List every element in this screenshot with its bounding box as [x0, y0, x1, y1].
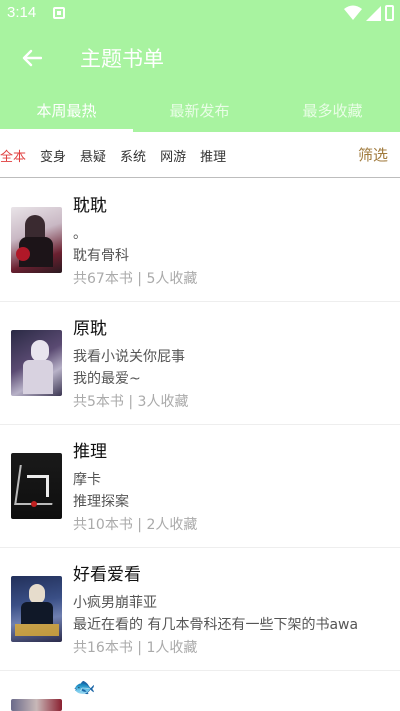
booklist-list: 耽耽 。 耽有骨科 共67本书 | 5人收藏 原耽 我看小说关你屁事 我的最爱~…	[0, 179, 400, 711]
book-count: 共16本书	[73, 640, 133, 656]
booklist-description: 耽有骨科	[73, 248, 129, 264]
chip-system[interactable]: 系统	[120, 146, 146, 165]
favorite-count: 1人收藏	[146, 640, 198, 656]
status-icons	[344, 5, 394, 21]
booklist-author: 小疯男崩菲亚	[73, 595, 157, 611]
chip-suspense[interactable]: 悬疑	[80, 146, 106, 165]
chip-mystery[interactable]: 推理	[200, 146, 226, 165]
filter-button[interactable]: 筛选	[358, 144, 388, 165]
back-button[interactable]	[14, 40, 50, 76]
booklist-author: 我看小说关你屁事	[73, 349, 185, 365]
booklist-author: 。	[73, 226, 87, 242]
list-item[interactable]: 好看爱看 小疯男崩菲亚 最近在看的 有几本骨科还有一些下架的书awa 共16本书…	[0, 548, 400, 671]
booklist-title: 🐟	[73, 677, 96, 698]
status-bar: 3:14	[0, 0, 400, 28]
tab-bar: 本周最热 最新发布 最多收藏	[0, 88, 400, 132]
book-cover	[11, 330, 62, 396]
notification-icon	[53, 7, 65, 19]
list-item[interactable]: 推理 摩卡 推理探案 共10本书 | 2人收藏	[0, 425, 400, 548]
booklist-description: 推理探案	[73, 494, 129, 510]
arrow-left-icon	[22, 49, 42, 67]
book-cover	[11, 207, 62, 273]
booklist-title: 好看爱看	[73, 565, 141, 585]
stats-divider: |	[128, 394, 138, 410]
booklist-title: 原耽	[73, 319, 107, 339]
chip-online-game[interactable]: 网游	[160, 146, 186, 165]
book-count: 共10本书	[73, 517, 133, 533]
booklist-stats: 共10本书 | 2人收藏	[73, 514, 197, 534]
chip-transform[interactable]: 变身	[40, 146, 66, 165]
wifi-icon	[344, 5, 362, 20]
status-time: 3:14	[7, 4, 37, 21]
booklist-title: 耽耽	[73, 196, 107, 216]
book-cover	[11, 453, 62, 519]
favorite-count: 3人收藏	[137, 394, 189, 410]
page-title: 主题书单	[80, 47, 164, 71]
list-item[interactable]: 原耽 我看小说关你屁事 我的最爱~ 共5本书 | 3人收藏	[0, 302, 400, 425]
booklist-stats: 共5本书 | 3人收藏	[73, 391, 188, 411]
list-item[interactable]: 耽耽 。 耽有骨科 共67本书 | 5人收藏	[0, 179, 400, 302]
book-cover	[11, 576, 62, 642]
list-item[interactable]: 🐟	[0, 671, 400, 711]
toolbar: 主题书单	[0, 28, 400, 88]
app-header: 3:14 主题书单 本周最热 最新发布 最多收藏	[0, 0, 400, 132]
signal-icon	[366, 5, 381, 21]
book-count: 共67本书	[73, 271, 133, 287]
booklist-stats: 共67本书 | 5人收藏	[73, 268, 197, 288]
tab-latest[interactable]: 最新发布	[133, 88, 266, 132]
tab-most-favorited[interactable]: 最多收藏	[266, 88, 399, 132]
booklist-description: 最近在看的 有几本骨科还有一些下架的书awa	[73, 617, 359, 633]
filter-bar: 全本 变身 悬疑 系统 网游 推理 筛选	[0, 132, 400, 178]
category-chips: 全本 变身 悬疑 系统 网游 推理	[0, 132, 240, 178]
tab-weekly-hot[interactable]: 本周最热	[0, 88, 133, 132]
booklist-title: 推理	[73, 442, 107, 462]
favorite-count: 2人收藏	[146, 517, 198, 533]
favorite-count: 5人收藏	[146, 271, 198, 287]
booklist-stats: 共16本书 | 1人收藏	[73, 637, 197, 657]
chip-complete[interactable]: 全本	[0, 146, 26, 165]
book-cover	[11, 699, 62, 711]
battery-icon	[385, 5, 394, 21]
booklist-author: 摩卡	[73, 472, 101, 488]
booklist-description: 我的最爱~	[73, 371, 141, 387]
book-count: 共5本书	[73, 394, 124, 410]
